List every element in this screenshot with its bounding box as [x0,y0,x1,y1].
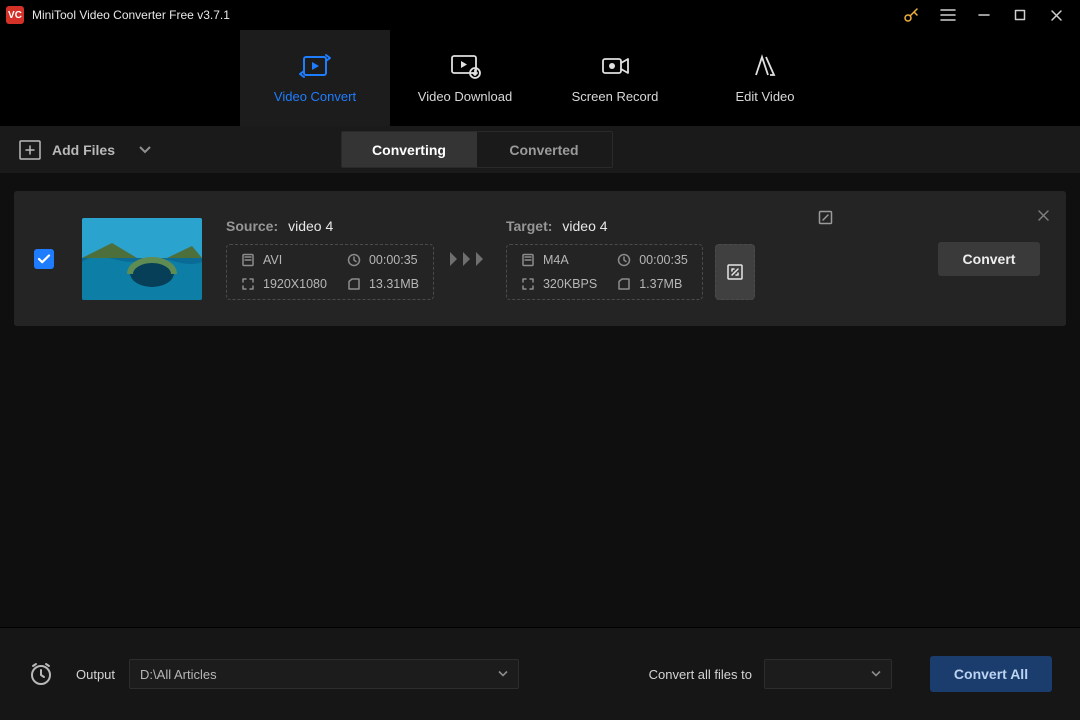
segment-converted[interactable]: Converted [477,132,612,167]
chevron-down-icon [498,670,508,678]
edit-video-icon [748,53,782,79]
add-files-button[interactable]: Add Files [18,139,151,161]
toolbar: Add Files Converting Converted [0,126,1080,173]
convert-all-to-label: Convert all files to [649,667,752,682]
source-duration: 00:00:35 [347,253,419,267]
source-resolution: 1920X1080 [241,277,327,291]
format-icon [241,253,255,267]
bottom-bar: Output D:\All Articles Convert all files… [0,627,1080,720]
app-icon: VC [6,6,24,24]
clock-icon [347,253,361,267]
output-path-value: D:\All Articles [140,667,217,682]
status-segmented-control: Converting Converted [341,131,613,168]
source-column: Source: video 4 AVI 00:00:35 1920X1080 [226,218,434,300]
close-icon[interactable] [1038,0,1074,30]
menu-icon[interactable] [930,0,966,30]
source-filesize: 13.31MB [347,277,419,291]
target-filename: video 4 [562,218,607,234]
tab-label: Edit Video [735,89,794,104]
target-format-button[interactable] [715,244,755,300]
app-title: MiniTool Video Converter Free v3.7.1 [32,8,230,22]
bitrate-icon [521,277,535,291]
target-label: Target: [506,218,552,234]
chevron-down-icon [871,670,881,678]
target-format: M4A [521,253,597,267]
tab-label: Video Convert [274,89,356,104]
tab-video-download[interactable]: Video Download [390,30,540,126]
arrow-icon [448,249,492,269]
target-column: Target: video 4 M4A 00:00:35 320KBPS [506,218,755,300]
file-checkbox[interactable] [34,249,54,269]
convert-all-button[interactable]: Convert All [930,656,1052,692]
tab-video-convert[interactable]: Video Convert [240,30,390,126]
source-filename: video 4 [288,218,333,234]
filesize-icon [347,277,361,291]
convert-all-to-dropdown[interactable] [764,659,892,689]
source-format: AVI [241,253,327,267]
record-icon [598,53,632,79]
video-thumbnail [82,218,202,300]
upgrade-key-icon[interactable] [894,0,930,30]
clock-icon [617,253,631,267]
top-nav: Video Convert Video Download Screen Reco… [0,30,1080,126]
filesize-icon [617,277,631,291]
tab-label: Screen Record [572,89,659,104]
convert-icon [298,53,332,79]
convert-button[interactable]: Convert [938,242,1040,276]
edit-target-icon[interactable] [818,210,833,225]
resolution-icon [241,277,255,291]
history-icon[interactable] [28,661,54,687]
maximize-icon[interactable] [1002,0,1038,30]
output-path-dropdown[interactable]: D:\All Articles [129,659,519,689]
source-label: Source: [226,218,278,234]
target-filesize: 1.37MB [617,277,688,291]
file-card: Source: video 4 AVI 00:00:35 1920X1080 [14,191,1066,326]
download-icon [448,53,482,79]
titlebar: VC MiniTool Video Converter Free v3.7.1 [0,0,1080,30]
target-info-box: M4A 00:00:35 320KBPS 1.37MB [506,244,703,300]
minimize-icon[interactable] [966,0,1002,30]
add-files-icon [18,139,42,161]
format-icon [521,253,535,267]
tab-label: Video Download [418,89,512,104]
tab-screen-record[interactable]: Screen Record [540,30,690,126]
source-info-box: AVI 00:00:35 1920X1080 13.31MB [226,244,434,300]
tab-edit-video[interactable]: Edit Video [690,30,840,126]
segment-converting[interactable]: Converting [342,132,477,167]
target-duration: 00:00:35 [617,253,688,267]
file-list: Source: video 4 AVI 00:00:35 1920X1080 [0,173,1080,627]
target-bitrate: 320KBPS [521,277,597,291]
output-label: Output [76,667,115,682]
add-files-label: Add Files [52,142,115,158]
add-files-chevron-down-icon[interactable] [139,145,151,155]
remove-file-icon[interactable] [1037,209,1050,222]
